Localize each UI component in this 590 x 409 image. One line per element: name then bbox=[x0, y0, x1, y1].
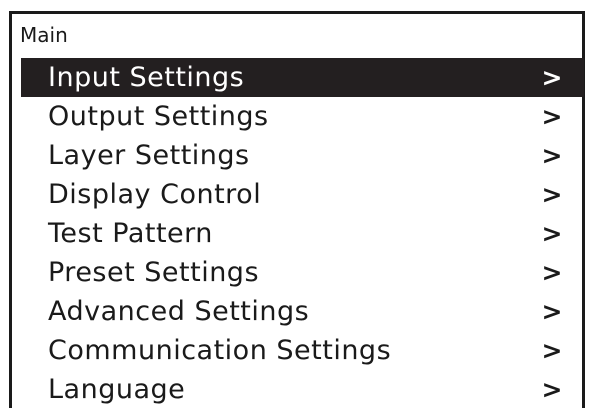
chevron-right-icon: > bbox=[541, 180, 563, 209]
chevron-right-icon: > bbox=[541, 141, 563, 170]
chevron-right-icon: > bbox=[541, 102, 563, 131]
screen-title: Main bbox=[20, 23, 68, 47]
menu-item-label: Display Control bbox=[48, 179, 262, 210]
chevron-right-icon: > bbox=[541, 219, 563, 248]
chevron-right-icon: > bbox=[541, 297, 563, 326]
menu-item-label: Advanced Settings bbox=[48, 296, 310, 327]
menu-item-label: Language bbox=[48, 374, 186, 405]
menu-item-layer-settings[interactable]: Layer Settings > bbox=[21, 136, 584, 175]
menu-item-display-control[interactable]: Display Control > bbox=[21, 175, 584, 214]
chevron-right-icon: > bbox=[541, 258, 563, 287]
menu-item-label: Layer Settings bbox=[48, 140, 250, 171]
menu-item-label: Communication Settings bbox=[48, 335, 392, 366]
menu-item-test-pattern[interactable]: Test Pattern > bbox=[21, 214, 584, 253]
menu-item-label: Output Settings bbox=[48, 101, 269, 132]
menu-item-communication-settings[interactable]: Communication Settings > bbox=[21, 331, 584, 370]
menu-item-language[interactable]: Language > bbox=[21, 370, 584, 409]
lcd-screen: Main Input Settings > Output Settings > … bbox=[9, 11, 585, 408]
menu-item-label: Preset Settings bbox=[48, 257, 260, 288]
chevron-right-icon: > bbox=[541, 63, 563, 92]
menu-item-input-settings[interactable]: Input Settings > bbox=[21, 58, 584, 97]
menu-item-preset-settings[interactable]: Preset Settings > bbox=[21, 253, 584, 292]
menu-item-label: Test Pattern bbox=[48, 218, 213, 249]
chevron-right-icon: > bbox=[541, 336, 563, 365]
chevron-right-icon: > bbox=[541, 375, 563, 404]
menu-item-advanced-settings[interactable]: Advanced Settings > bbox=[21, 292, 584, 331]
main-menu: Input Settings > Output Settings > Layer… bbox=[21, 58, 584, 409]
menu-item-output-settings[interactable]: Output Settings > bbox=[21, 97, 584, 136]
menu-item-label: Input Settings bbox=[48, 62, 245, 93]
